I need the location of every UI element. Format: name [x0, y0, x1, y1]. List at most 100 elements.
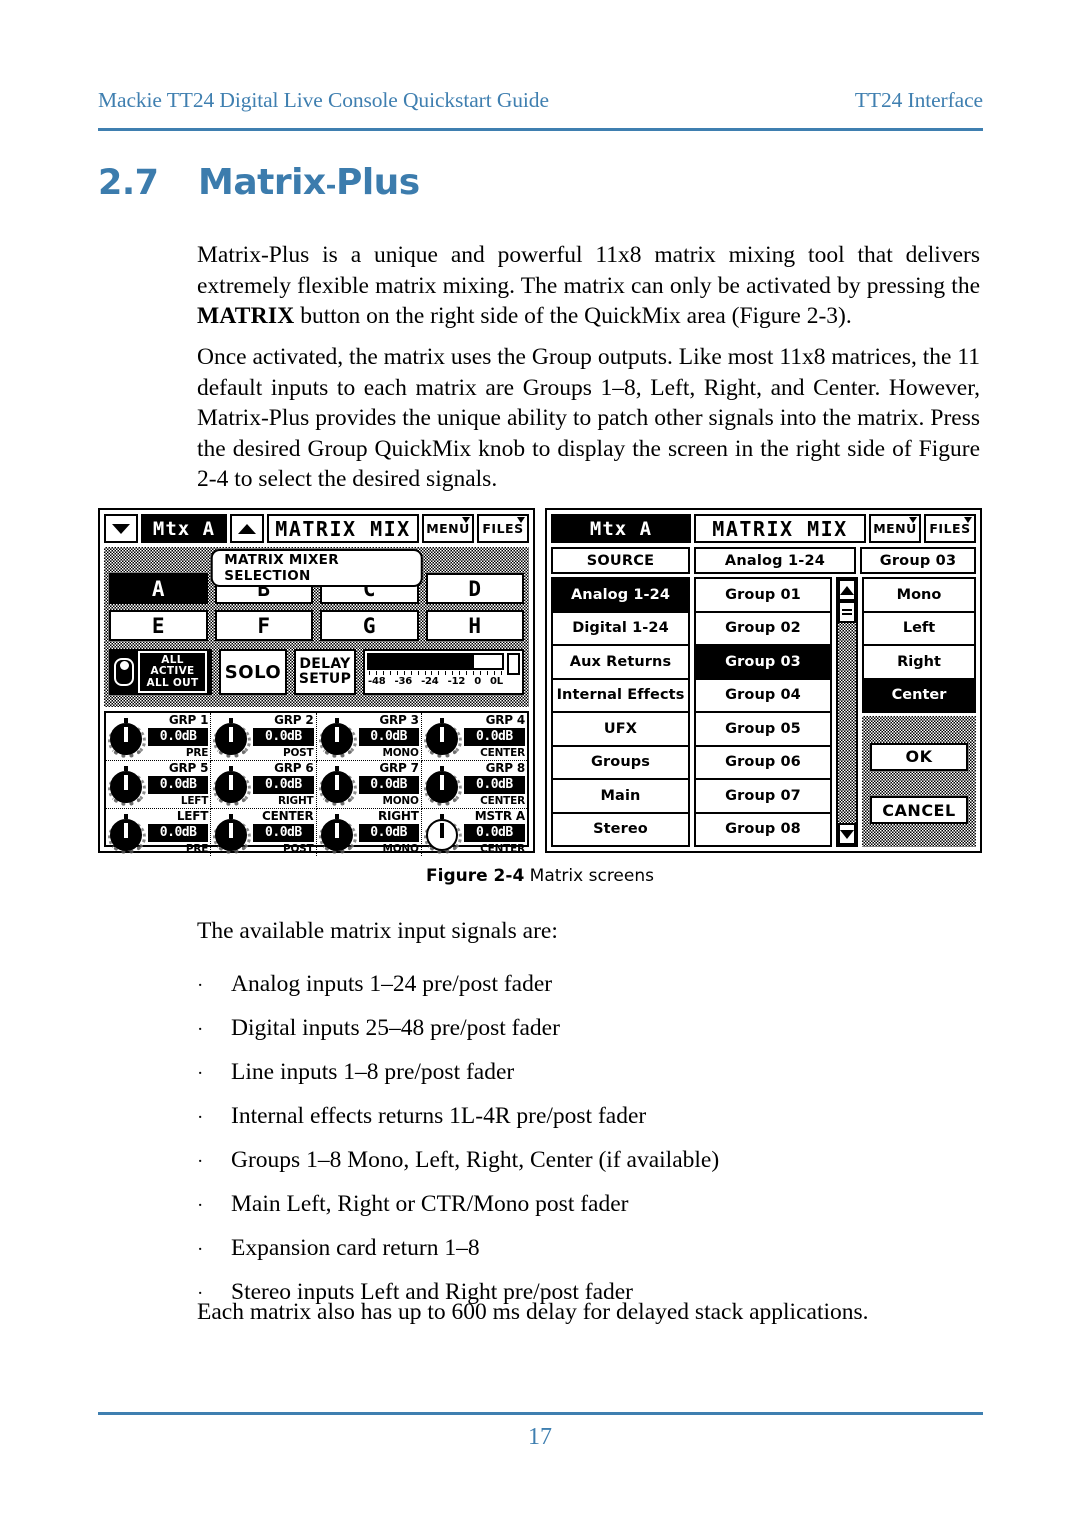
rotary-knob-icon[interactable]	[108, 717, 146, 758]
paragraph-1: Matrix-Plus is a unique and powerful 11x…	[197, 240, 980, 332]
rotary-knob-icon[interactable]	[108, 813, 146, 854]
rotary-knob-icon[interactable]	[108, 765, 146, 806]
knob-info: GRP 6 0.0dB RIGHT	[253, 762, 314, 807]
bullet-marker-icon: ·	[197, 1063, 204, 1084]
matrix-button-e[interactable]: E	[109, 610, 208, 641]
scrollbar-thumb[interactable]	[838, 601, 856, 623]
matrix-next-button[interactable]	[230, 514, 264, 543]
left-matrix-label[interactable]: Mtx A	[141, 514, 227, 543]
knob-cell-8[interactable]: GRP 8 0.0dB CENTER	[421, 761, 527, 809]
left-screen-titlebar: Mtx A MATRIX MIX MENU FILES	[102, 512, 531, 545]
solo-button[interactable]: SOLO	[219, 649, 287, 695]
group-list-scrollbar[interactable]	[836, 577, 858, 847]
rotary-knob-icon[interactable]	[318, 813, 357, 854]
list-item: · Main Left, Right or CTR/Mono post fader	[197, 1183, 980, 1227]
group-item-7[interactable]: Group 07	[696, 780, 830, 814]
bullet-text: Line inputs 1–8 pre/post fader	[231, 1059, 515, 1085]
meter-tick-label-0: -48	[368, 676, 386, 687]
source-item-8[interactable]: Stereo	[553, 814, 688, 846]
left-menu-button[interactable]: MENU	[422, 514, 474, 543]
dest-item-2[interactable]: Left	[864, 613, 974, 646]
scroll-up-button[interactable]	[838, 579, 856, 601]
knob-cell-7[interactable]: GRP 7 0.0dB MONO	[316, 761, 422, 809]
right-menu-button[interactable]: MENU	[869, 514, 921, 543]
source-item-2[interactable]: Digital 1-24	[553, 613, 688, 646]
source-item-4[interactable]: Internal Effects	[553, 680, 688, 713]
cancel-button[interactable]: CANCEL	[870, 796, 968, 825]
source-item-5[interactable]: UFX	[553, 713, 688, 747]
source-item-6[interactable]: Groups	[553, 747, 688, 780]
dest-item-4[interactable]: Center	[864, 679, 974, 711]
knob-name: MSTR A	[474, 809, 525, 823]
source-item-3[interactable]: Aux Returns	[553, 646, 688, 680]
knob-cell-9[interactable]: LEFT 0.0dB PRE	[106, 809, 212, 856]
running-head: Mackie TT24 Digital Live Console Quickst…	[98, 88, 983, 113]
group-item-3[interactable]: Group 03	[696, 646, 830, 680]
rotary-knob-icon[interactable]	[318, 765, 357, 806]
rotary-knob-icon[interactable]	[318, 717, 357, 758]
matrix-prev-button[interactable]	[104, 514, 138, 543]
rotary-knob-icon[interactable]	[213, 717, 252, 758]
knob-cell-2[interactable]: GRP 2 0.0dB POST	[211, 713, 317, 761]
source-item-1[interactable]: Analog 1-24	[553, 579, 688, 613]
knob-cell-11[interactable]: RIGHT 0.0dB MONO	[317, 809, 422, 856]
bullet-text: Main Left, Right or CTR/Mono post fader	[231, 1191, 629, 1217]
ok-button[interactable]: OK	[870, 742, 968, 771]
left-menu-label: MENU	[426, 521, 470, 536]
right-files-button[interactable]: FILES	[924, 514, 976, 543]
right-matrix-label[interactable]: Mtx A	[551, 514, 691, 543]
knob-cell-10[interactable]: CENTER 0.0dB POST	[211, 809, 317, 856]
knob-info: GRP 8 0.0dB CENTER	[463, 761, 526, 807]
group-item-8[interactable]: Group 08	[696, 814, 830, 846]
group-item-4[interactable]: Group 04	[696, 680, 830, 713]
matrix-button-f[interactable]: F	[214, 610, 313, 641]
knob-tag: CENTER	[480, 795, 525, 807]
rotary-knob-icon[interactable]	[213, 765, 252, 806]
rotary-knob-icon[interactable]	[213, 813, 252, 854]
all-active-all-out-button[interactable]: ALL ACTIVE ALL OUT	[109, 649, 212, 695]
matrix-button-d[interactable]: D	[425, 573, 524, 604]
knob-value: 0.0dB	[253, 824, 314, 842]
knob-name: GRP 8	[485, 761, 526, 775]
group-item-1[interactable]: Group 01	[696, 579, 830, 613]
matrix-button-a[interactable]: A	[109, 573, 208, 604]
list-item: · Expansion card return 1–8	[197, 1227, 980, 1271]
knob-cell-4[interactable]: GRP 4 0.0dB CENTER	[421, 713, 527, 761]
header-rule	[98, 128, 983, 131]
group-item-6[interactable]: Group 06	[696, 747, 830, 780]
files-caret-icon	[964, 517, 972, 523]
meter-tick-label-3: -12	[447, 676, 466, 687]
scrollbar-track[interactable]	[838, 623, 856, 823]
knob-value: 0.0dB	[463, 728, 525, 746]
knob-value: 0.0dB	[463, 776, 525, 794]
rotary-knob-icon[interactable]	[423, 765, 462, 806]
meter-tick-label-5: 0L	[490, 676, 503, 687]
rotary-knob-icon[interactable]	[423, 813, 462, 854]
knob-value: 0.0dB	[358, 824, 419, 842]
knob-name: RIGHT	[377, 809, 419, 823]
knob-value: 0.0dB	[358, 728, 419, 746]
matrix-button-g[interactable]: G	[320, 610, 419, 641]
rotary-knob-icon[interactable]	[423, 717, 462, 758]
running-head-left: Mackie TT24 Digital Live Console Quickst…	[98, 88, 549, 112]
scroll-down-button[interactable]	[838, 823, 856, 845]
group-item-2[interactable]: Group 02	[696, 613, 830, 646]
group-item-5[interactable]: Group 05	[696, 713, 830, 747]
knob-cell-3[interactable]: GRP 3 0.0dB MONO	[316, 713, 422, 761]
knob-cell-1[interactable]: GRP 1 0.0dB PRE	[106, 713, 212, 761]
dest-item-3[interactable]: Right	[864, 646, 974, 680]
matrix-button-h[interactable]: H	[425, 610, 524, 641]
source-item-7[interactable]: Main	[553, 780, 688, 814]
delay-setup-button[interactable]: DELAY SETUP	[294, 649, 356, 695]
knob-cell-5[interactable]: GRP 5 0.0dB LEFT	[106, 761, 212, 809]
knob-tag: MONO	[382, 747, 419, 759]
knob-tag: PRE	[185, 843, 209, 855]
dest-item-1[interactable]: Mono	[864, 579, 974, 613]
left-files-button[interactable]: FILES	[477, 514, 529, 543]
matrix-mixer-selection-panel: MATRIX MIXER SELECTION A B C D E F G H A…	[104, 547, 529, 707]
page-title: Matrix-Plus	[198, 162, 420, 203]
knob-cell-12[interactable]: MSTR A 0.0dB CENTER	[422, 809, 527, 856]
knob-cell-6[interactable]: GRP 6 0.0dB RIGHT	[211, 761, 317, 809]
figure-caption: Figure 2-4 Matrix screens	[0, 866, 1080, 886]
signal-bullet-list: · Analog inputs 1–24 pre/post fader · Digit…	[197, 963, 980, 1315]
